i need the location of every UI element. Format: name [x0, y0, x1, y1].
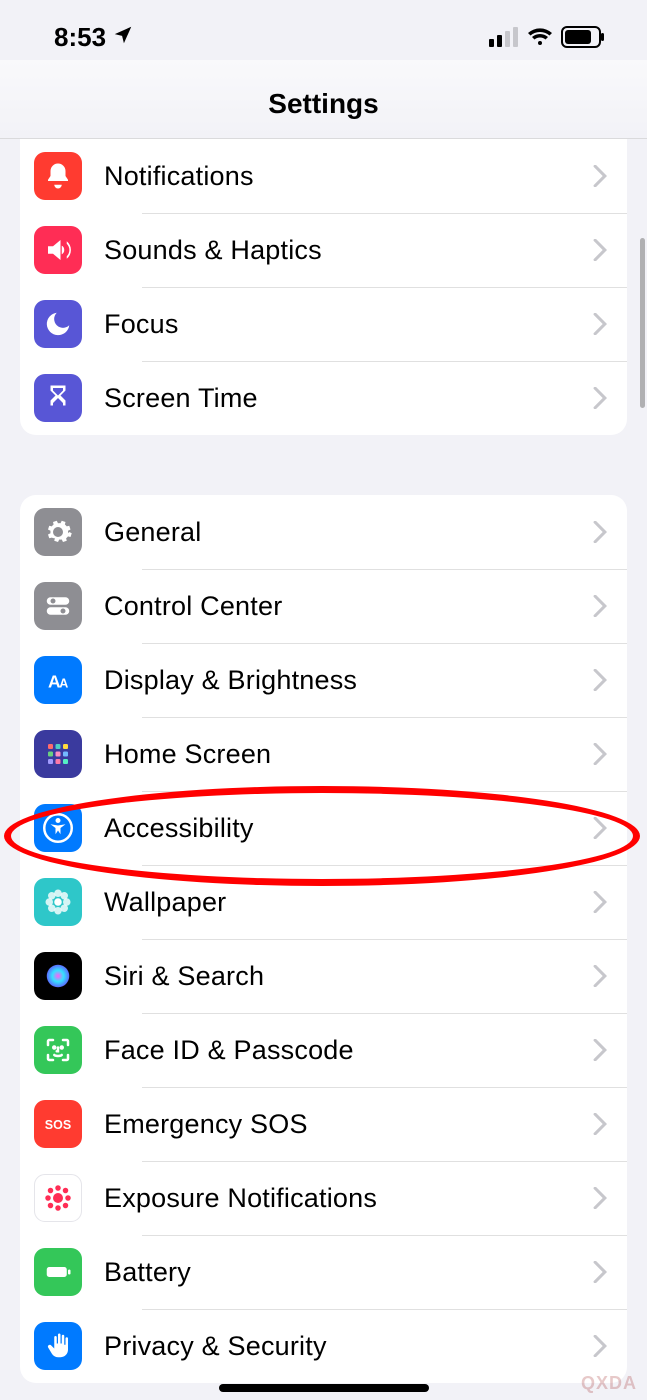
sos-icon: SOS [34, 1100, 82, 1148]
row-label: Wallpaper [104, 887, 593, 918]
location-arrow-icon [112, 22, 134, 53]
row-notifications[interactable]: Notifications [20, 139, 627, 213]
row-display-brightness[interactable]: AA Display & Brightness [20, 643, 627, 717]
chevron-right-icon [593, 165, 607, 187]
hourglass-icon [34, 374, 82, 422]
row-exposure-notifications[interactable]: Exposure Notifications [20, 1161, 627, 1235]
svg-text:A: A [59, 677, 68, 691]
chevron-right-icon [593, 1039, 607, 1061]
row-label: Battery [104, 1257, 593, 1288]
accessibility-icon [34, 804, 82, 852]
chevron-right-icon [593, 817, 607, 839]
row-label: Emergency SOS [104, 1109, 593, 1140]
home-indicator [219, 1384, 429, 1392]
row-accessibility[interactable]: Accessibility [20, 791, 627, 865]
exposure-icon [34, 1174, 82, 1222]
siri-icon [34, 952, 82, 1000]
nav-bar: Settings [0, 60, 647, 139]
chevron-right-icon [593, 387, 607, 409]
bell-icon [34, 152, 82, 200]
chevron-right-icon [593, 669, 607, 691]
status-left: 8:53 [54, 22, 134, 53]
row-battery[interactable]: Battery [20, 1235, 627, 1309]
faceid-icon [34, 1026, 82, 1074]
row-screen-time[interactable]: Screen Time [20, 361, 627, 435]
status-time: 8:53 [54, 22, 106, 53]
chevron-right-icon [593, 965, 607, 987]
chevron-right-icon [593, 1261, 607, 1283]
row-label: Face ID & Passcode [104, 1035, 593, 1066]
chevron-right-icon [593, 595, 607, 617]
row-sounds-haptics[interactable]: Sounds & Haptics [20, 213, 627, 287]
switches-icon [34, 582, 82, 630]
chevron-right-icon [593, 1113, 607, 1135]
row-label: General [104, 517, 593, 548]
row-label: Screen Time [104, 383, 593, 414]
wifi-icon [527, 27, 553, 47]
row-label: Exposure Notifications [104, 1183, 593, 1214]
row-faceid-passcode[interactable]: Face ID & Passcode [20, 1013, 627, 1087]
watermark: QXDA [581, 1373, 637, 1394]
battery-icon [34, 1248, 82, 1296]
chevron-right-icon [593, 1335, 607, 1357]
row-label: Notifications [104, 161, 593, 192]
scroll-indicator [640, 238, 645, 408]
row-label: Accessibility [104, 813, 593, 844]
page-title: Settings [0, 88, 647, 120]
speaker-icon [34, 226, 82, 274]
row-siri-search[interactable]: Siri & Search [20, 939, 627, 1013]
row-label: Home Screen [104, 739, 593, 770]
cellular-signal-icon [489, 27, 519, 47]
chevron-right-icon [593, 521, 607, 543]
row-label: Focus [104, 309, 593, 340]
row-label: Privacy & Security [104, 1331, 593, 1362]
apps-grid-icon [34, 730, 82, 778]
flower-icon [34, 878, 82, 926]
chevron-right-icon [593, 891, 607, 913]
battery-icon [561, 26, 605, 48]
status-right [489, 26, 605, 48]
chevron-right-icon [593, 313, 607, 335]
gear-icon [34, 508, 82, 556]
chevron-right-icon [593, 1187, 607, 1209]
row-label: Control Center [104, 591, 593, 622]
row-wallpaper[interactable]: Wallpaper [20, 865, 627, 939]
hand-icon [34, 1322, 82, 1370]
status-bar: 8:53 [0, 0, 647, 60]
row-emergency-sos[interactable]: SOS Emergency SOS [20, 1087, 627, 1161]
row-label: Siri & Search [104, 961, 593, 992]
row-focus[interactable]: Focus [20, 287, 627, 361]
chevron-right-icon [593, 239, 607, 261]
chevron-right-icon [593, 743, 607, 765]
settings-group-sounds: Notifications Sounds & Haptics Focus Scr… [20, 139, 627, 435]
row-home-screen[interactable]: Home Screen [20, 717, 627, 791]
row-privacy-security[interactable]: Privacy & Security [20, 1309, 627, 1383]
settings-group-general: General Control Center AA Display & Brig… [20, 495, 627, 1383]
svg-text:SOS: SOS [45, 1118, 71, 1132]
row-general[interactable]: General [20, 495, 627, 569]
row-label: Display & Brightness [104, 665, 593, 696]
aa-icon: AA [34, 656, 82, 704]
moon-icon [34, 300, 82, 348]
row-control-center[interactable]: Control Center [20, 569, 627, 643]
row-label: Sounds & Haptics [104, 235, 593, 266]
